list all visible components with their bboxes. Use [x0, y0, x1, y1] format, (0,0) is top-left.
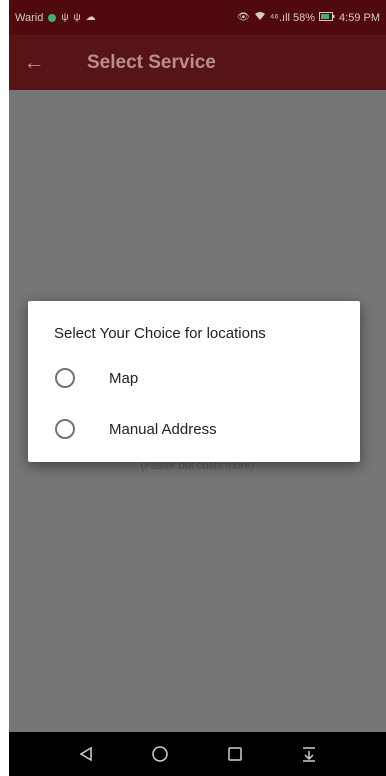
nav-recents-button[interactable]: [215, 732, 255, 776]
dialog-title: Select Your Choice for locations: [54, 325, 266, 342]
time: 4:59 PM: [339, 11, 380, 24]
status-bar: Warid ψ ψ ☁ 👁 ⁴⁶.ıll 58% 4:59 PM: [9, 0, 386, 35]
wifi-icon: [254, 11, 266, 24]
carrier-name: Warid: [15, 11, 44, 24]
app-bar: ← Select Service: [9, 35, 386, 90]
system-nav-bar: [9, 732, 386, 776]
option-manual-address[interactable]: Manual Address: [28, 405, 360, 453]
cloud-icon: ☁: [85, 12, 96, 23]
back-button[interactable]: ←: [9, 35, 59, 90]
back-triangle-icon: [79, 746, 92, 762]
nav-back-button[interactable]: [66, 732, 106, 776]
nav-home-button[interactable]: [140, 732, 180, 776]
home-circle-icon: [152, 746, 169, 762]
radio-manual-address[interactable]: [55, 419, 75, 439]
nav-notifications-button[interactable]: [289, 732, 329, 776]
usb-icon: ψ: [61, 12, 69, 23]
signal-battery-text: ⁴⁶.ıll 58%: [269, 11, 316, 24]
arrow-left-icon: ←: [23, 50, 45, 74]
usb-icon: ψ: [73, 12, 81, 23]
notification-dot-icon: [48, 13, 57, 22]
page-title: Select Service: [87, 51, 216, 73]
location-choice-dialog: Select Your Choice for locations Map Man…: [28, 301, 360, 462]
option-map[interactable]: Map: [28, 354, 360, 402]
radio-map[interactable]: [55, 368, 75, 388]
eye-icon: 👁: [237, 12, 250, 23]
recents-square-icon: [227, 747, 242, 761]
battery-icon: [319, 11, 335, 24]
option-manual-address-label: Manual Address: [109, 420, 217, 438]
notifications-pull-icon: [302, 747, 315, 762]
option-map-label: Map: [109, 369, 139, 387]
